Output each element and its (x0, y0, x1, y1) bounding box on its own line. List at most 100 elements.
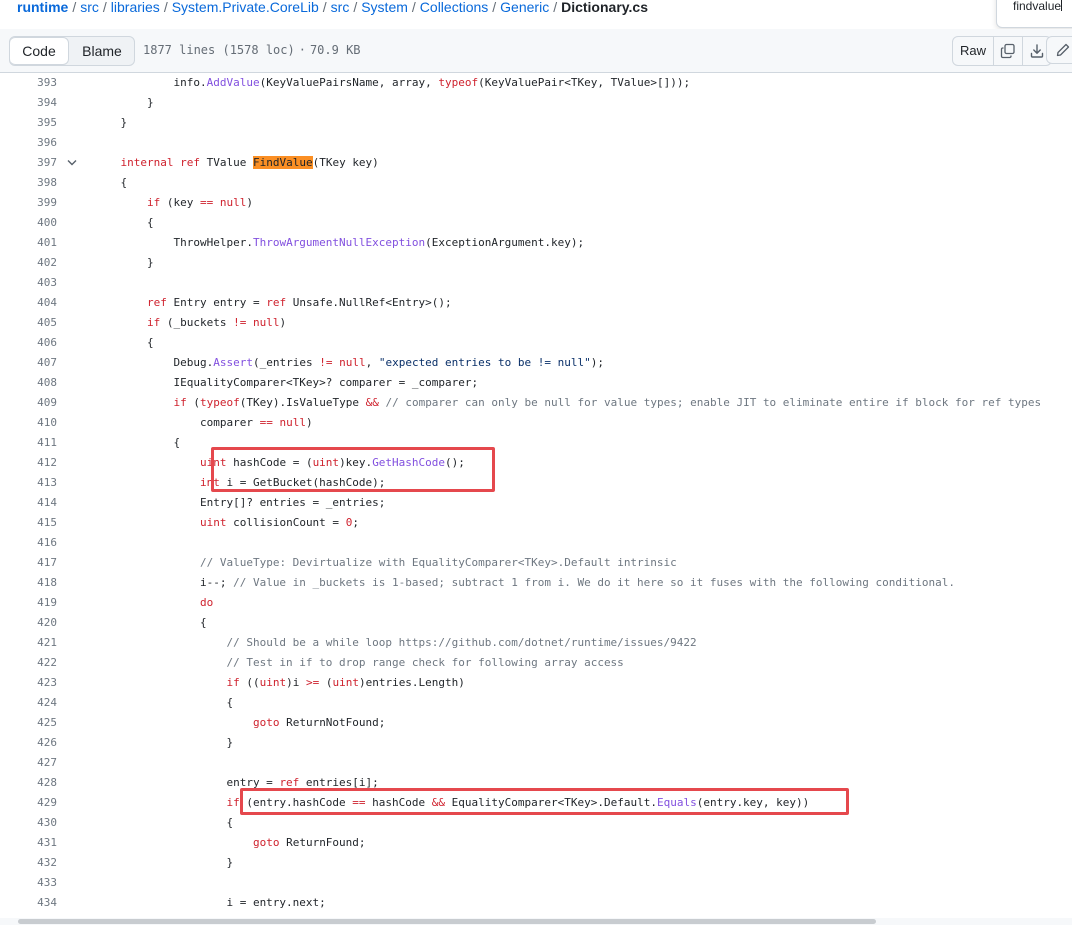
find-input[interactable]: findvalue (1013, 0, 1063, 13)
find-input-value: findvalue (1013, 0, 1062, 13)
code-token: null (339, 356, 366, 369)
separator-dot: · (298, 43, 306, 57)
line-number[interactable]: 421 (0, 633, 57, 653)
line-number[interactable]: 428 (0, 773, 57, 793)
line-number[interactable]: 412 (0, 453, 57, 473)
line-number[interactable]: 419 (0, 593, 57, 613)
breadcrumb-link[interactable]: libraries (111, 0, 160, 15)
horizontal-scrollbar[interactable] (0, 918, 1072, 925)
line-number[interactable]: 424 (0, 693, 57, 713)
breadcrumb-link[interactable]: Generic (500, 0, 549, 15)
code-view-button[interactable]: Code (10, 37, 69, 65)
line-number[interactable]: 426 (0, 733, 57, 753)
code-line: 435 (0, 913, 1072, 916)
code-token: comparer (94, 416, 260, 429)
line-number[interactable]: 414 (0, 493, 57, 513)
line-number[interactable]: 407 (0, 353, 57, 373)
code-line: 402 } (0, 253, 1072, 273)
code-token: // Value in _buckets is 1-based; subtrac… (233, 576, 955, 589)
line-number[interactable]: 433 (0, 873, 57, 893)
code-token: ref (266, 296, 287, 309)
code-text: } (94, 733, 233, 753)
annotation-box-hash-bucket (211, 447, 495, 492)
breadcrumb-link[interactable]: src (80, 0, 99, 15)
line-number[interactable]: 395 (0, 113, 57, 133)
line-number[interactable]: 401 (0, 233, 57, 253)
code-token: IEqualityComparer<TKey>? comparer = _com… (94, 376, 479, 389)
copy-icon (1000, 43, 1015, 59)
breadcrumb-link[interactable]: System.Private.CoreLib (172, 0, 319, 15)
line-number[interactable]: 404 (0, 293, 57, 313)
chevron-down-icon[interactable] (66, 158, 78, 168)
code-token: // Test in if to drop range check for fo… (226, 656, 624, 669)
code-token: (KeyValuePairsName, array, (259, 76, 439, 89)
line-number[interactable]: 396 (0, 133, 57, 153)
code-token: >= (305, 676, 320, 689)
line-number[interactable]: 427 (0, 753, 57, 773)
line-number[interactable]: 393 (0, 73, 57, 93)
code-token: } (94, 856, 234, 869)
code-token: Unsafe.NullRef<Entry>(); (286, 296, 452, 309)
breadcrumb-separator: / (411, 0, 416, 15)
code-line: 419 do (0, 593, 1072, 613)
code-token: { (94, 436, 181, 449)
line-number[interactable]: 413 (0, 473, 57, 493)
breadcrumb-separator: / (353, 0, 358, 15)
line-number[interactable]: 406 (0, 333, 57, 353)
copy-raw-button[interactable] (994, 37, 1023, 65)
breadcrumb-link[interactable]: runtime (17, 0, 68, 15)
breadcrumb-separator: / (553, 0, 558, 15)
raw-button[interactable]: Raw (953, 37, 994, 65)
code-text: { (94, 213, 154, 233)
code-line: 397 internal ref TValue FindValue(TKey k… (0, 153, 1072, 173)
line-number[interactable]: 432 (0, 853, 57, 873)
line-number[interactable]: 417 (0, 553, 57, 573)
edit-file-button[interactable] (1046, 36, 1072, 64)
line-number[interactable]: 423 (0, 673, 57, 693)
line-number[interactable]: 410 (0, 413, 57, 433)
line-number[interactable]: 415 (0, 513, 57, 533)
line-number[interactable]: 420 (0, 613, 57, 633)
line-number[interactable]: 403 (0, 273, 57, 293)
line-number[interactable]: 430 (0, 813, 57, 833)
line-number[interactable]: 408 (0, 373, 57, 393)
code-line: 426 } (0, 733, 1072, 753)
line-number[interactable]: 405 (0, 313, 57, 333)
code-line: 411 { (0, 433, 1072, 453)
line-number[interactable]: 399 (0, 193, 57, 213)
line-number[interactable]: 400 (0, 213, 57, 233)
blame-view-button[interactable]: Blame (72, 37, 132, 65)
code-line: 401 ThrowHelper.ThrowArgumentNullExcepti… (0, 233, 1072, 253)
breadcrumb-link[interactable]: Collections (420, 0, 488, 15)
line-number[interactable]: 409 (0, 393, 57, 413)
code-token: (_buckets (160, 316, 234, 329)
line-number[interactable]: 402 (0, 253, 57, 273)
line-number[interactable]: 418 (0, 573, 57, 593)
code-line: 420 { (0, 613, 1072, 633)
find-in-file-box[interactable]: findvalue (996, 0, 1072, 28)
line-number[interactable]: 398 (0, 173, 57, 193)
code-token: Assert (213, 356, 253, 369)
breadcrumb-link[interactable]: src (331, 0, 350, 15)
breadcrumb-link[interactable]: System (361, 0, 408, 15)
line-number[interactable]: 431 (0, 833, 57, 853)
line-number[interactable]: 397 (0, 153, 57, 173)
line-number[interactable]: 434 (0, 893, 57, 913)
code-text: uint collisionCount = 0; (94, 513, 359, 533)
line-number[interactable]: 416 (0, 533, 57, 553)
code-token: ReturnNotFound; (279, 716, 386, 729)
line-number[interactable]: 394 (0, 93, 57, 113)
code-line: 405 if (_buckets != null) (0, 313, 1072, 333)
line-number[interactable]: 429 (0, 793, 57, 813)
line-number[interactable]: 435 (0, 913, 57, 916)
code-text: goto ReturnFound; (94, 833, 366, 853)
line-number[interactable]: 422 (0, 653, 57, 673)
code-text: } (94, 853, 233, 873)
line-number[interactable]: 425 (0, 713, 57, 733)
scrollbar-thumb[interactable] (18, 919, 876, 924)
code-token: (_entries (252, 356, 320, 369)
line-number[interactable]: 411 (0, 433, 57, 453)
